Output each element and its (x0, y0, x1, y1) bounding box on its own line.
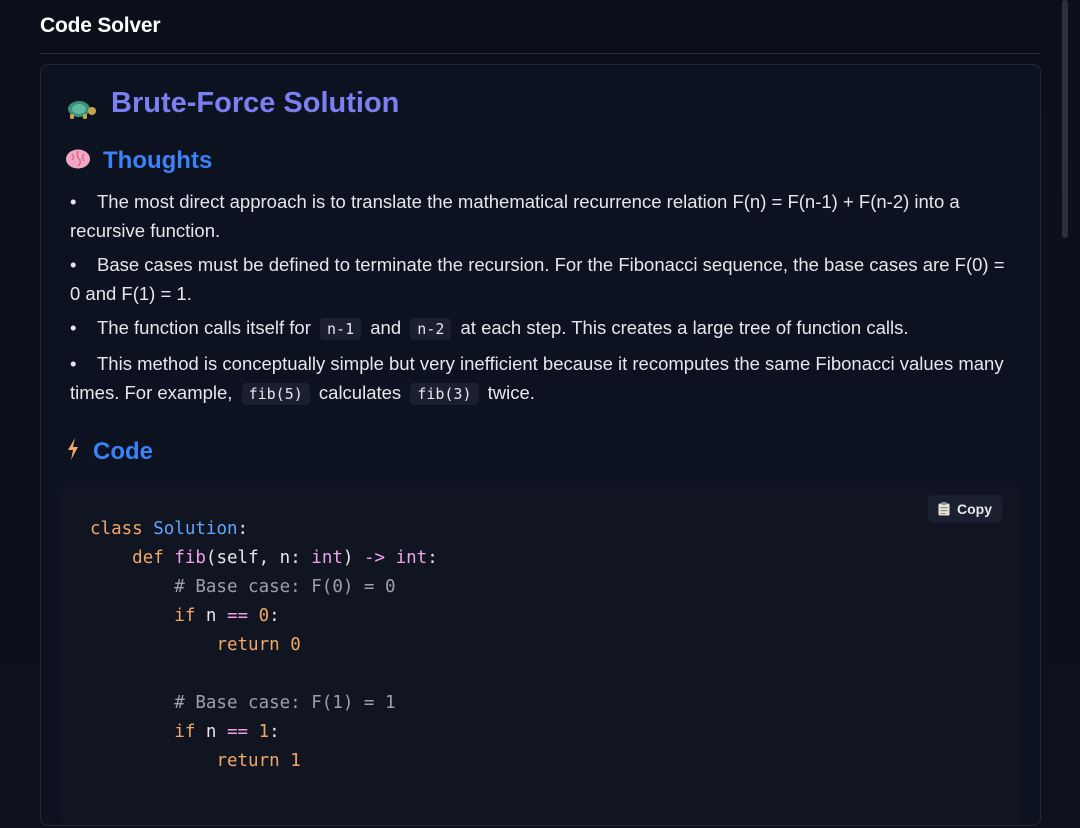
thought-item: • The most direct approach is to translat… (70, 187, 1010, 245)
title-divider (40, 53, 1041, 54)
code-title: Code (93, 437, 153, 465)
section-title: Brute-Force Solution (111, 87, 400, 119)
thoughts-heading: Thoughts (65, 147, 212, 175)
clipboard-icon (938, 502, 950, 516)
scrollbar[interactable] (1062, 0, 1068, 238)
app-title: Code Solver (40, 14, 161, 37)
thought-text: and (370, 317, 402, 338)
thought-text: The function calls itself for (97, 317, 311, 338)
code-line: return 1 (216, 751, 301, 771)
code-line: if n == 1: (174, 722, 280, 742)
code-line: class Solution: (90, 519, 249, 539)
thought-text: This method is conceptually simple but v… (70, 353, 1004, 403)
inline-code: n-2 (410, 318, 452, 340)
inline-code: fib(3) (410, 383, 479, 405)
code-block: Copy class Solution: def fib(self, n: in… (61, 487, 1022, 825)
code-line: return 0 (216, 635, 301, 655)
thoughts-list: • The most direct approach is to translat… (70, 187, 1010, 414)
bullet-dot: • (70, 317, 77, 338)
code-line: # Base case: F(0) = 0 (90, 577, 396, 597)
bullet-dot: • (70, 254, 77, 275)
section-heading: Brute-Force Solution (65, 87, 399, 120)
copy-button[interactable]: Copy (928, 495, 1002, 523)
inline-code: fib(5) (241, 383, 310, 405)
lightning-icon (65, 437, 81, 466)
solution-card: Brute-Force Solution Thoughts • The most … (40, 64, 1041, 826)
thought-text: The most direct approach is to translate… (70, 191, 960, 241)
code-line: def fib(self, n: int) -> int: (132, 548, 438, 568)
code-content: class Solution: def fib(self, n: int) ->… (90, 515, 438, 776)
thought-text: Base cases must be defined to terminate … (70, 254, 1005, 304)
page: Code Solver Brute-Force Solution Thought… (0, 0, 1080, 828)
turtle-icon (65, 97, 97, 119)
thought-text: at each step. This creates a large tree … (460, 317, 909, 338)
code-line: # Base case: F(1) = 1 (90, 693, 396, 713)
brain-icon (65, 148, 91, 175)
thought-item: • The function calls itself for n-1 and n… (70, 313, 1010, 344)
code-heading: Code (65, 437, 153, 466)
thought-item: • This method is conceptually simple but … (70, 349, 1010, 409)
thoughts-title: Thoughts (103, 147, 213, 174)
bullet-dot: • (70, 353, 77, 374)
code-line: if n == 0: (174, 606, 280, 626)
inline-code: n-1 (320, 318, 362, 340)
thought-text: twice. (487, 382, 535, 403)
bullet-dot: • (70, 191, 77, 212)
thought-item: • Base cases must be defined to terminate… (70, 250, 1010, 308)
copy-label: Copy (957, 501, 992, 517)
thought-text: calculates (318, 382, 402, 403)
